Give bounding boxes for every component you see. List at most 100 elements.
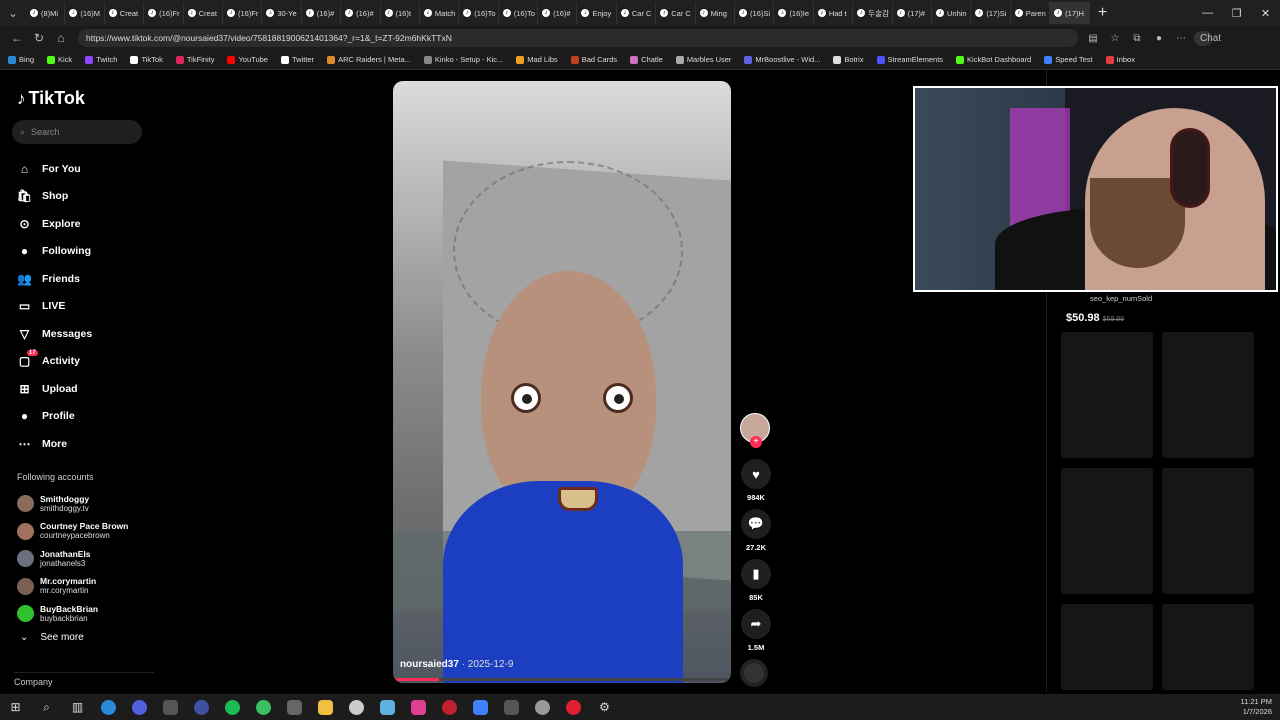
browser-tab[interactable]: ♪ (16)# xyxy=(538,2,578,24)
nav-item-upload[interactable]: ⊞ Upload xyxy=(17,375,92,403)
bookmark-item[interactable]: Botrix xyxy=(833,55,864,64)
bookmark-item[interactable]: Marbles User xyxy=(675,55,731,64)
save-action[interactable]: ▮ 85K xyxy=(740,559,772,602)
bookmark-item[interactable]: ARC Raiders | Meta... xyxy=(327,55,411,64)
close-window-button[interactable]: ✕ xyxy=(1251,7,1280,20)
extensions-icon[interactable]: ⧉ xyxy=(1128,33,1146,44)
app-icon[interactable] xyxy=(279,694,310,720)
bookmark-icon[interactable]: ▮ xyxy=(741,559,771,589)
video-author[interactable]: noursaied37 · 2025-12-9 xyxy=(400,659,513,670)
app-icon[interactable] xyxy=(186,694,217,720)
creator-avatar[interactable]: + xyxy=(740,413,770,448)
like-action[interactable]: ♥ 984K xyxy=(740,459,772,502)
company-link[interactable]: Company xyxy=(14,672,154,687)
shop-card[interactable] xyxy=(1061,332,1153,458)
browser-tab[interactable]: ♪ (16)To xyxy=(499,2,539,24)
start-icon[interactable]: ⊞ xyxy=(0,694,31,720)
browser-tab[interactable]: ♪ (17)Si xyxy=(971,2,1011,24)
bookmark-item[interactable]: Chatle xyxy=(630,55,663,64)
settings-gear-icon[interactable]: ⚙ xyxy=(589,694,620,720)
nav-item-more[interactable]: ⋯ More xyxy=(17,430,92,458)
shop-price[interactable]: $50.98 $69.99 xyxy=(1066,312,1124,324)
browser-tab[interactable]: ♪ (16)# xyxy=(302,2,342,24)
app-icon[interactable] xyxy=(558,694,589,720)
following-account[interactable]: Courtney Pace Brown courtneypacebrown xyxy=(17,518,128,546)
app-icon[interactable] xyxy=(155,694,186,720)
browser-tab[interactable]: ♪ Paren xyxy=(1011,2,1051,24)
maximize-button[interactable]: ❐ xyxy=(1222,7,1251,20)
app-icon[interactable] xyxy=(403,694,434,720)
heart-icon[interactable]: ♥ xyxy=(741,459,771,489)
file-explorer-icon[interactable] xyxy=(310,694,341,720)
nav-item-friends[interactable]: 👥 Friends xyxy=(17,265,92,293)
browser-tab[interactable]: ♪ (16)To xyxy=(459,2,499,24)
browser-tab[interactable]: ♪ Enjoy xyxy=(577,2,617,24)
app-icon[interactable] xyxy=(372,694,403,720)
app-icon[interactable] xyxy=(465,694,496,720)
tab-list-menu-button[interactable]: ⌄ xyxy=(0,0,26,26)
share-icon[interactable]: ➦ xyxy=(741,609,771,639)
bookmark-item[interactable]: Mad Libs xyxy=(516,55,558,64)
browser-tab[interactable]: ♪ 30-Ye xyxy=(262,2,302,24)
app-icon[interactable] xyxy=(341,694,372,720)
spotify-icon[interactable] xyxy=(217,694,248,720)
browser-tab[interactable]: ♪ Ming xyxy=(696,2,736,24)
copilot-chat-button[interactable]: Chat xyxy=(1194,30,1221,46)
bookmark-item[interactable]: KickBot Dashboard xyxy=(956,55,1031,64)
browser-tab[interactable]: ♪ Creat xyxy=(184,2,223,24)
browser-tab[interactable]: ♪ (17)# xyxy=(893,2,932,24)
bookmark-item[interactable]: StreamElements xyxy=(876,55,943,64)
shop-card[interactable] xyxy=(1061,604,1153,690)
browser-tab[interactable]: ♪ (16)Ie xyxy=(774,2,814,24)
back-button[interactable]: ← xyxy=(6,31,28,45)
browser-tab[interactable]: ♪ (16)t xyxy=(381,2,420,24)
video-progress-bar[interactable] xyxy=(396,678,728,681)
bookmark-item[interactable]: TikTok xyxy=(130,55,163,64)
browser-tab[interactable]: ♪ (16)# xyxy=(341,2,381,24)
task-view-icon[interactable]: ▥ xyxy=(62,694,93,720)
following-account[interactable]: Mr.corymartin mr.corymartin xyxy=(17,573,128,601)
app-icon[interactable] xyxy=(527,694,558,720)
bookmark-item[interactable]: Kick xyxy=(47,55,72,64)
browser-tab[interactable]: ♪ Unhin xyxy=(932,2,972,24)
nav-item-messages[interactable]: ▽ Messages xyxy=(17,320,92,348)
minimize-button[interactable]: — xyxy=(1193,7,1222,20)
app-icon[interactable] xyxy=(496,694,527,720)
search-icon[interactable]: ⌕ xyxy=(31,694,62,720)
browser-tab[interactable]: ♪ (16)M xyxy=(65,2,105,24)
favorite-star-icon[interactable]: ☆ xyxy=(1106,33,1124,44)
following-account[interactable]: JonathanEls jonathanels3 xyxy=(17,545,128,573)
bookmark-item[interactable]: Speed Test xyxy=(1044,55,1093,64)
video-player[interactable]: noursaied37 · 2025-12-9 xyxy=(393,81,731,683)
bookmark-item[interactable]: Inbox xyxy=(1105,55,1135,64)
shop-card[interactable] xyxy=(1162,332,1254,458)
see-more-button[interactable]: ⌄ See more xyxy=(20,632,84,643)
bookmark-item[interactable]: Twitter xyxy=(280,55,314,64)
browser-tab[interactable]: ♪ Had t xyxy=(814,2,854,24)
url-field[interactable]: https://www.tiktok.com/@noursaied37/vide… xyxy=(78,29,1078,47)
new-tab-button[interactable]: + xyxy=(1090,4,1116,22)
browser-tab[interactable]: ♪ (16)Si xyxy=(735,2,775,24)
bookmark-item[interactable]: YouTube xyxy=(227,55,268,64)
nav-item-explore[interactable]: ⊙ Explore xyxy=(17,210,92,238)
follow-plus-icon[interactable]: + xyxy=(750,436,762,448)
system-clock[interactable]: 11:21 PM 1/7/2026 xyxy=(1240,697,1280,717)
bookmark-item[interactable]: MrBoostlive - Wid... xyxy=(744,55,820,64)
app-icon[interactable] xyxy=(434,694,465,720)
share-action[interactable]: ➦ 1.5M xyxy=(740,609,772,652)
browser-tab[interactable]: ♪ (16)Fr xyxy=(144,2,184,24)
nav-item-for-you[interactable]: ⌂ For You xyxy=(17,155,92,183)
shop-card[interactable] xyxy=(1061,468,1153,594)
home-button[interactable]: ⌂ xyxy=(50,31,72,45)
nav-item-shop[interactable]: 🛍 Shop xyxy=(17,183,92,211)
music-disc-icon[interactable] xyxy=(740,659,768,687)
bookmark-item[interactable]: Bing xyxy=(8,55,34,64)
nav-item-activity[interactable]: ▢ 17 Activity xyxy=(17,348,92,376)
browser-tab[interactable]: ♪ (16)Fr xyxy=(223,2,263,24)
app-icon[interactable] xyxy=(248,694,279,720)
reload-button[interactable]: ↻ xyxy=(28,31,50,45)
browser-tab[interactable]: ♪ Creat xyxy=(105,2,145,24)
nav-item-following[interactable]: ● Following xyxy=(17,238,92,266)
bookmark-item[interactable]: Bad Cards xyxy=(570,55,617,64)
browser-tab[interactable]: ♪ Car C xyxy=(617,2,657,24)
